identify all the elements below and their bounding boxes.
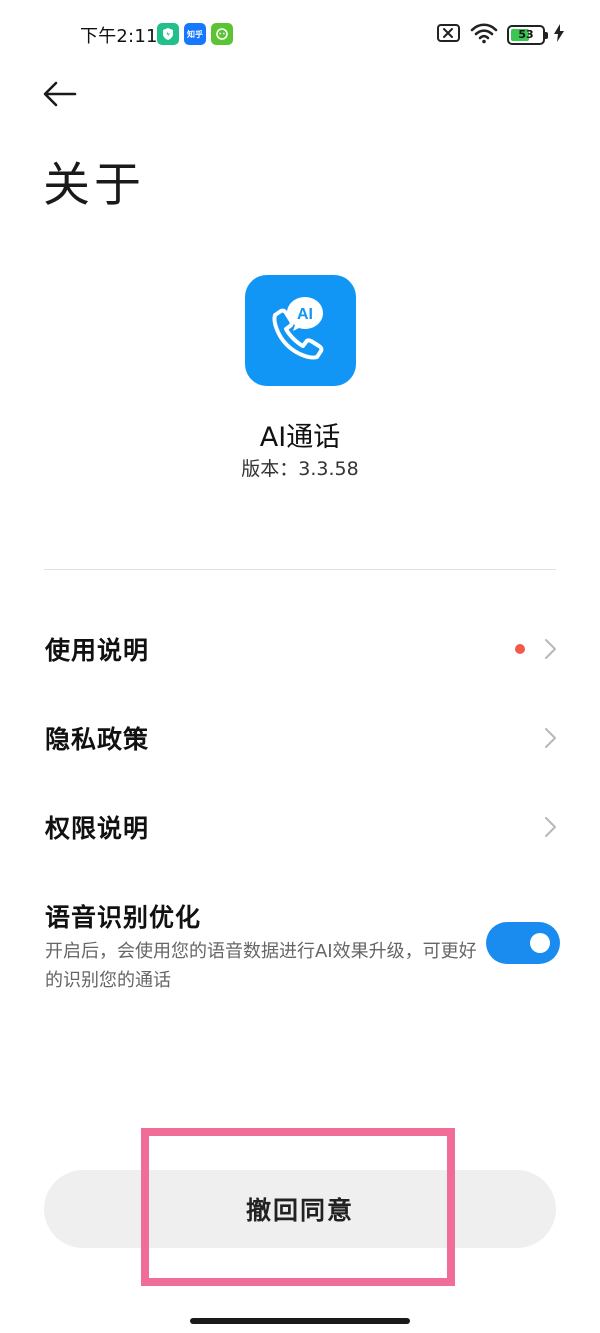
back-button[interactable] <box>38 74 82 118</box>
wechat-mini-app-icon <box>211 23 233 45</box>
arrow-left-icon <box>43 81 77 111</box>
zhihu-label: 知乎 <box>187 29 203 39</box>
battery-icon: 53 <box>507 25 548 45</box>
voice-optimization-toggle[interactable] <box>486 922 560 964</box>
shield-app-icon <box>157 23 179 45</box>
menu-item-permissions[interactable]: 权限说明 <box>0 783 600 871</box>
phone-ai-icon: AI <box>245 275 356 386</box>
menu-item-privacy-policy[interactable]: 隐私政策 <box>0 694 600 782</box>
menu-item-instructions[interactable]: 使用说明 <box>0 605 600 693</box>
status-indicators: 53 <box>437 22 564 48</box>
version-label: 版本： <box>241 458 299 480</box>
ai-badge: AI <box>297 306 313 323</box>
voice-optimization-description: 开启后，会使用您的语音数据进行AI效果升级，可更好的识别您的通话 <box>45 941 477 991</box>
zhihu-app-icon: 知乎 <box>184 23 206 45</box>
menu-item-label: 权限说明 <box>45 814 150 843</box>
home-indicator <box>190 1318 410 1324</box>
chevron-right-icon <box>540 637 560 661</box>
chevron-right-icon <box>540 726 560 750</box>
wifi-icon <box>470 22 498 48</box>
revoke-consent-button[interactable]: 撤回同意 <box>44 1170 556 1248</box>
battery-level: 53 <box>518 28 534 41</box>
menu-item-label: 隐私政策 <box>45 725 150 754</box>
status-bar: 下午2:11 知乎 53 <box>0 0 600 70</box>
divider <box>44 569 556 570</box>
voice-optimization-title: 语音识别优化 <box>45 903 202 932</box>
charging-icon <box>554 24 564 46</box>
app-name: AI通话 <box>259 422 341 453</box>
sim-off-icon <box>437 23 461 47</box>
chevron-right-icon <box>540 815 560 839</box>
toggle-knob <box>530 933 550 953</box>
page-title: 关于 <box>43 158 145 213</box>
status-time: 下午2:11 <box>80 26 158 47</box>
version-number: 3.3.58 <box>298 458 359 480</box>
app-version: 版本：3.3.58 <box>0 454 600 481</box>
menu-item-label: 使用说明 <box>45 636 150 665</box>
voice-optimization-row: 语音识别优化 开启后，会使用您的语音数据进行AI效果升级，可更好的识别您的通话 <box>0 888 600 1008</box>
red-dot-badge <box>515 644 525 654</box>
